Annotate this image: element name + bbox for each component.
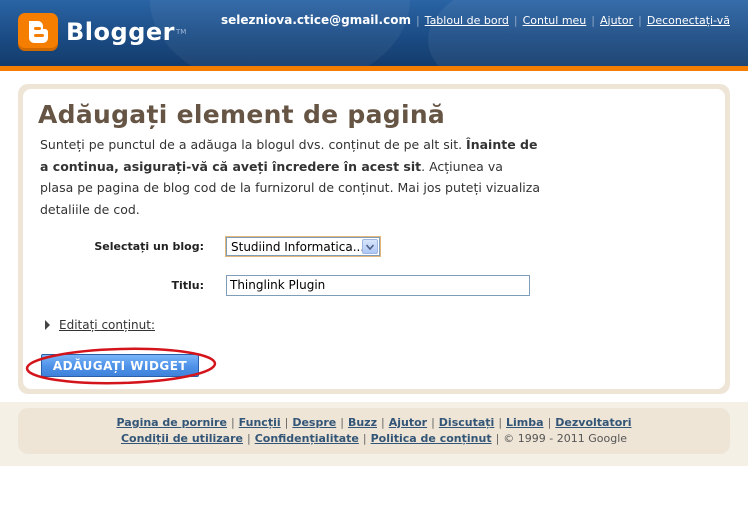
blog-select-value: Studiind Informatica... [231, 239, 362, 254]
header-bar: Blogger TM selezniova.ctice@gmail.com | … [0, 0, 748, 66]
footer-link-developers[interactable]: Dezvoltatori [555, 416, 631, 429]
title-field-label: Titlu: [171, 279, 204, 292]
header-decoration [428, 0, 748, 66]
footer-separator: | [495, 432, 500, 445]
blog-select-label: Selectați un blog: [94, 240, 204, 253]
title-input[interactable]: Thinglink Plugin [226, 275, 530, 296]
footer-separator: | [381, 416, 385, 429]
page-title: Adăugați element de pagină [38, 100, 446, 129]
footer-separator: | [431, 416, 435, 429]
logo-wordmark: Blogger [66, 18, 175, 46]
nav-separator: | [415, 13, 420, 27]
footer-link-language[interactable]: Limba [506, 416, 544, 429]
footer-separator: | [547, 416, 552, 429]
top-navigation: selezniova.ctice@gmail.com | Tabloul de … [221, 13, 730, 27]
footer-separator: | [362, 432, 367, 445]
footer-link-buzz[interactable]: Buzz [348, 416, 377, 429]
footer-legal-row: Condiții de utilizare | Confidențialitate |… [18, 432, 730, 445]
footer-separator: | [284, 416, 289, 429]
nav-link-dashboard[interactable]: Tabloul de bord [425, 14, 509, 27]
footer-separator: | [498, 416, 503, 429]
blogger-b-icon [18, 13, 58, 51]
edit-content-toggle[interactable]: Editați conținut: [45, 318, 155, 332]
user-email: selezniova.ctice@gmail.com [221, 13, 411, 27]
nav-link-account[interactable]: Contul meu [523, 14, 587, 27]
footer-link-features[interactable]: Funcții [239, 416, 281, 429]
blogger-logo[interactable]: Blogger TM [18, 13, 186, 51]
footer-link-help[interactable]: Ajutor [389, 416, 427, 429]
footer-link-home[interactable]: Pagina de pornire [117, 416, 227, 429]
footer-panel [18, 408, 730, 454]
footer-separator: | [246, 432, 251, 445]
edit-content-link[interactable]: Editați conținut: [59, 318, 155, 332]
nav-separator: | [591, 13, 595, 27]
expand-arrow-icon [45, 320, 50, 330]
footer-separator: | [340, 416, 344, 429]
nav-separator: | [513, 13, 518, 27]
description-text: Sunteți pe punctul de a adăuga la blogul… [40, 137, 467, 152]
footer-link-about[interactable]: Despre [292, 416, 336, 429]
footer-links-row: Pagina de pornire | Funcții | Despre | Buzz | Aj… [18, 416, 730, 429]
header-accent-band [0, 66, 748, 71]
footer-separator: | [230, 416, 235, 429]
footer-link-terms[interactable]: Condiții de utilizare [121, 432, 243, 445]
logo-trademark: TM [175, 28, 187, 36]
add-widget-button[interactable]: ADĂUGAȚI WIDGET [41, 354, 199, 377]
footer-link-privacy[interactable]: Confidențialitate [255, 432, 359, 445]
footer-link-content-policy[interactable]: Politica de conținut [371, 432, 492, 445]
blog-select[interactable]: Studiind Informatica... [225, 236, 381, 257]
footer-link-discuss[interactable]: Discutați [439, 416, 495, 429]
page-description: Sunteți pe punctul de a adăuga la blogul… [40, 134, 540, 220]
nav-separator: | [638, 13, 642, 27]
header-decoration [150, 0, 410, 66]
copyright-text: © 1999 - 2011 Google [503, 432, 628, 445]
chevron-down-icon[interactable] [362, 239, 378, 254]
nav-link-signout[interactable]: Deconectați-vă [647, 14, 730, 27]
nav-link-help[interactable]: Ajutor [600, 14, 633, 27]
